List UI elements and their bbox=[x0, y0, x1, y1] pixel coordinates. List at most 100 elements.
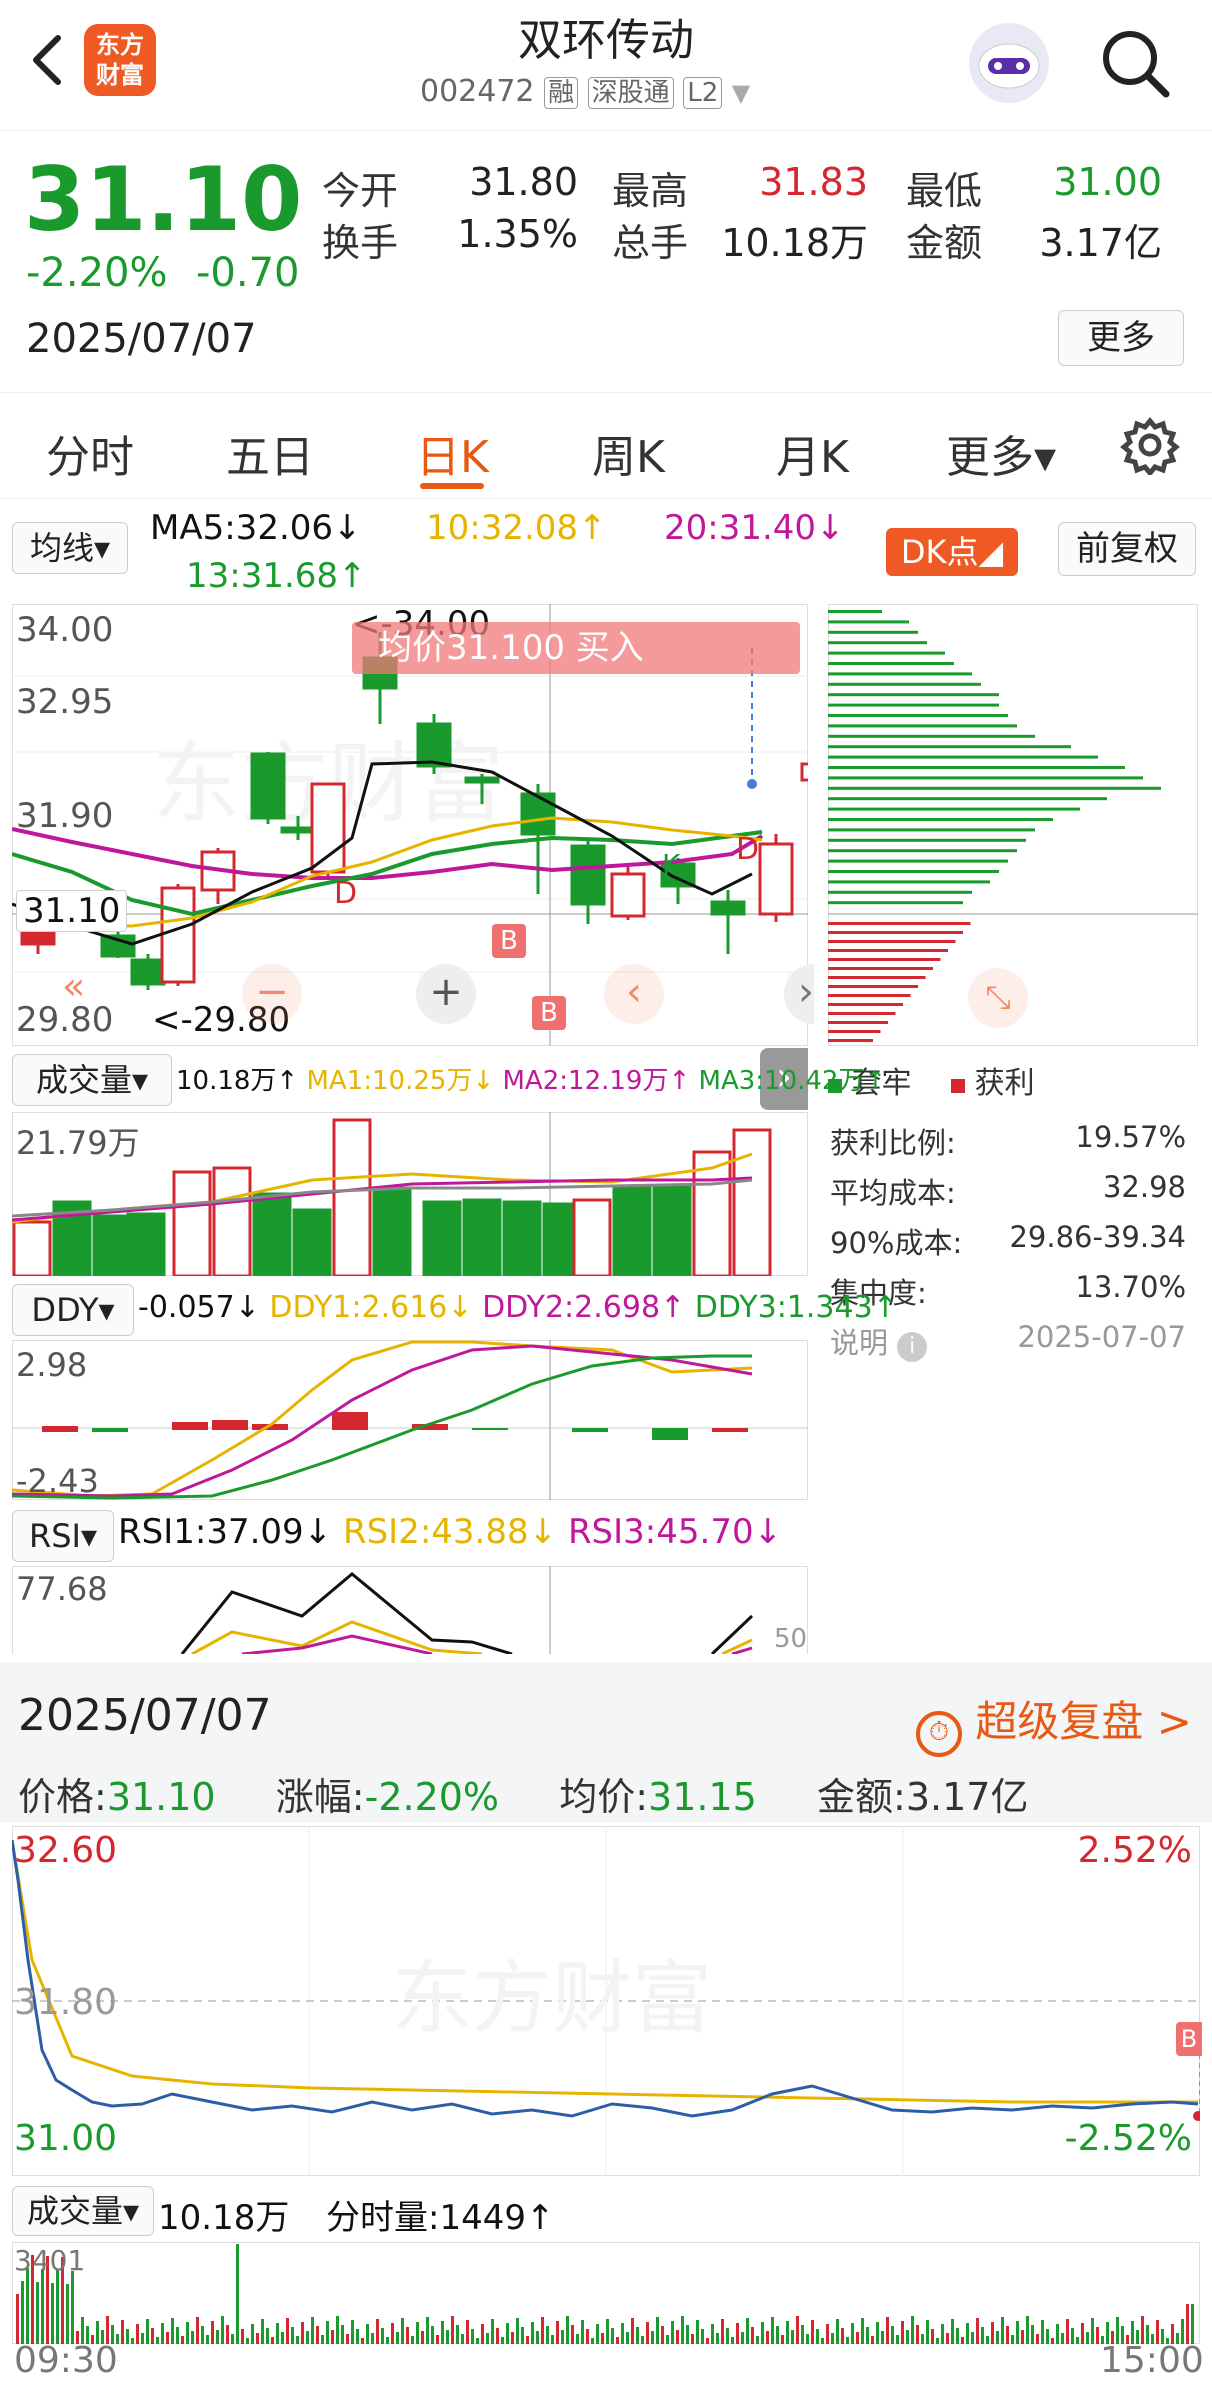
dk-button[interactable]: DK点◢ bbox=[886, 528, 1018, 576]
intraday-buy-marker-label: B bbox=[1180, 2025, 1198, 2053]
chip-distribution-chart[interactable]: ⤡ bbox=[828, 604, 1198, 1046]
amt-label: 金额: bbox=[817, 1775, 906, 1819]
stat-value-0: 31.80 bbox=[469, 160, 578, 204]
rsi-mid-label: 50 bbox=[774, 1624, 808, 1654]
chip-note-row[interactable]: 说明 i 2025-07-07 bbox=[830, 1320, 1186, 1370]
intraday-date: 2025/07/07 bbox=[18, 1690, 272, 1741]
chip-row-1: 获利比例: 19.57% bbox=[830, 1120, 1186, 1170]
ddy-chart[interactable]: 2.98 -2.43 bbox=[12, 1340, 808, 1500]
kline-chart[interactable]: 东方财富 34.00 32.95 31.90 29.80 31.10 <-34.… bbox=[12, 604, 814, 1046]
stat-value-1: 31.83 bbox=[759, 160, 868, 204]
rsi3-value: RSI3:45.70↓ bbox=[567, 1512, 783, 1552]
ma-selector[interactable]: 均线▾ bbox=[12, 522, 128, 574]
more-label: 更多 bbox=[1087, 318, 1155, 358]
tab-more[interactable]: 更多▾ bbox=[946, 421, 1056, 485]
ddy-indicators: -0.057↓ DDY1:2.616↓ DDY2:2.698↑ DDY3:1.3… bbox=[138, 1290, 898, 1325]
intraday-volume-selector-label: 成交量▾ bbox=[26, 2192, 140, 2230]
kline-label-3295: 32.95 bbox=[16, 682, 114, 722]
tab-wuri[interactable]: 五日 bbox=[226, 421, 314, 485]
tag-l2: L2 bbox=[683, 77, 723, 109]
search-icon[interactable] bbox=[1096, 24, 1176, 104]
ddy-top-label: 2.98 bbox=[16, 1346, 88, 1384]
intraday-chart[interactable]: 东方财富 32.60 31.80 31.00 2.52% -2.52% B bbox=[12, 1826, 1202, 2176]
robot-avatar-icon[interactable] bbox=[964, 18, 1054, 108]
chip-row-3: 90%成本: 29.86-39.34 bbox=[830, 1220, 1186, 1270]
watermark: 东方财富 bbox=[392, 1954, 712, 2043]
prev-candle-icon[interactable]: ‹ bbox=[604, 964, 664, 1024]
intraday-volume-minute: 分时量:1449↑ bbox=[326, 2198, 555, 2238]
super-replay-button[interactable]: ⏱ 超级复盘 > bbox=[916, 1688, 1192, 1757]
ddy-bottom-label: -2.43 bbox=[16, 1462, 99, 1500]
ma10-value: 10:32.08↑ bbox=[426, 508, 607, 548]
quote-date: 2025/07/07 bbox=[26, 316, 257, 362]
stat-value-5: 3.17亿 bbox=[1039, 221, 1162, 265]
tab-yuek[interactable]: 月K bbox=[776, 421, 849, 485]
intraday-buy-marker: B bbox=[1176, 2022, 1202, 2056]
stat-label-5: 金额 bbox=[906, 221, 983, 265]
rsi-selector[interactable]: RSI▾ bbox=[12, 1510, 114, 1562]
chip-stats: 获利比例: 19.57% 平均成本: 32.98 90%成本: 29.86-39.34… bbox=[830, 1120, 1186, 1370]
stat-label-1: 最高 bbox=[612, 169, 689, 213]
ddy-selector[interactable]: DDY▾ bbox=[12, 1284, 134, 1336]
tab-fenshi[interactable]: 分时 bbox=[46, 421, 134, 485]
avg-value: 31.15 bbox=[648, 1775, 757, 1819]
intraday-pct-top: 2.52% bbox=[1077, 1830, 1192, 1871]
time-start: 09:30 bbox=[14, 2340, 118, 2381]
buy-marker-2-label: B bbox=[540, 998, 558, 1028]
volume-chart[interactable]: 21.79万 bbox=[12, 1112, 808, 1276]
chip-row-1-value: 19.57% bbox=[1075, 1120, 1186, 1154]
rsi-indicators: RSI1:37.09↓ RSI2:43.88↓ RSI3:45.70↓ bbox=[118, 1512, 782, 1552]
more-button[interactable]: 更多 bbox=[1058, 310, 1184, 366]
ma13-value: 13:31.68↑ bbox=[186, 556, 367, 596]
legend-huoli: 获利 bbox=[974, 1066, 1035, 1101]
fuquan-button[interactable]: 前复权 bbox=[1058, 522, 1196, 576]
k-marker: K bbox=[662, 848, 681, 881]
tag-sgt: 深股通 bbox=[587, 77, 674, 109]
rsi2-value: RSI2:43.88↓ bbox=[342, 1512, 558, 1552]
intraday-volume-chart[interactable]: 3401 bbox=[12, 2242, 1200, 2344]
chg-value: -2.20% bbox=[364, 1775, 500, 1819]
ma5-value: MA5:32.06↓ bbox=[150, 508, 362, 548]
buy-marker-2: B bbox=[532, 996, 566, 1030]
time-end: 15:00 bbox=[1100, 2340, 1204, 2381]
current-price: 31.10 bbox=[24, 148, 303, 251]
volume-value: 10.18万↑ bbox=[176, 1066, 299, 1096]
tag-rong: 融 bbox=[544, 77, 579, 109]
intraday-volume-selector[interactable]: 成交量▾ bbox=[12, 2186, 154, 2236]
intraday-y-mid: 31.80 bbox=[14, 1982, 118, 2023]
kline-label-3190: 31.90 bbox=[16, 796, 114, 836]
chip-note-label: 说明 bbox=[830, 1326, 889, 1360]
intraday-info-row: 价格:31.10 涨幅:-2.20% 均价:31.15 金额:3.17亿 bbox=[18, 1766, 1028, 1821]
volume-selector[interactable]: 成交量▾ bbox=[12, 1054, 172, 1106]
crosshair-price-label: 31.10 bbox=[16, 890, 128, 932]
volume-max-label: 21.79万 bbox=[16, 1124, 140, 1162]
gear-icon[interactable] bbox=[1120, 415, 1180, 475]
d-marker-2: D bbox=[736, 832, 760, 867]
stock-subtitle[interactable]: 002472 融 深股通 L2 ▼ bbox=[420, 72, 750, 109]
intraday-header: 2025/07/07 ⏱ 超级复盘 > 价格:31.10 涨幅:-2.20% 均… bbox=[0, 1662, 1212, 1822]
ma20-value: 20:31.40↓ bbox=[664, 508, 845, 548]
replay-icon: ⏱ bbox=[916, 1711, 962, 1757]
top-bar: 东方 财富 双环传动 002472 融 深股通 L2 ▼ bbox=[0, 0, 1212, 131]
stat-label-0: 今开 bbox=[322, 169, 399, 213]
intraday-pct-bottom: -2.52% bbox=[1064, 2118, 1192, 2159]
trade-banner: 均价31.100 买入 bbox=[352, 622, 800, 674]
tab-rik[interactable]: 日K bbox=[416, 421, 489, 485]
buy-marker-1: B bbox=[492, 924, 526, 958]
scroll-left-icon[interactable]: « bbox=[62, 964, 85, 1008]
buy-marker-1-label: B bbox=[500, 926, 518, 956]
zoom-out-icon[interactable]: − bbox=[242, 964, 302, 1024]
rsi-chart[interactable]: 77.68 50 bbox=[12, 1566, 808, 1654]
ddy-selector-label: DDY▾ bbox=[31, 1291, 115, 1329]
ddy1-value: DDY1:2.616↓ bbox=[269, 1290, 473, 1325]
dk-label: DK点◢ bbox=[900, 533, 1004, 571]
tab-zhouk[interactable]: 周K bbox=[592, 421, 665, 485]
zoom-in-icon[interactable]: + bbox=[416, 964, 476, 1024]
change-value: -0.70 bbox=[196, 250, 300, 296]
volume-ma3: MA3:10.42万↑ bbox=[698, 1066, 887, 1096]
intraday-y-bottom: 31.00 bbox=[14, 2118, 118, 2159]
expand-icon[interactable]: ⤡ bbox=[968, 968, 1028, 1028]
avg-label: 均价: bbox=[559, 1775, 649, 1819]
period-tabs: 分时 五日 日K 周K 月K 更多▾ bbox=[0, 392, 1212, 499]
volume-indicators: 10.18万↑ MA1:10.25万↓ MA2:12.19万↑ MA3:10.4… bbox=[176, 1060, 886, 1097]
